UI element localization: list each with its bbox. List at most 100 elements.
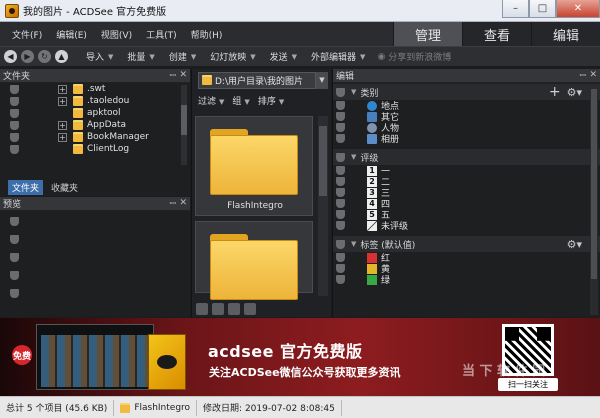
close-icon[interactable]: ✕ bbox=[179, 198, 187, 208]
tree-item[interactable]: + AppData bbox=[0, 119, 190, 131]
tag-item[interactable]: 黄 bbox=[333, 263, 600, 275]
file-thumbnail[interactable] bbox=[195, 221, 313, 300]
category-item[interactable]: 人物 bbox=[333, 122, 600, 134]
gear-icon[interactable]: ⚙▾ bbox=[567, 86, 582, 99]
menu-file[interactable]: 文件(F) bbox=[12, 28, 42, 41]
tree-item[interactable]: + .taoledou bbox=[0, 95, 190, 107]
menu-edit[interactable]: 编辑(E) bbox=[56, 28, 87, 41]
marker-icon bbox=[10, 84, 19, 94]
tree-item[interactable]: ClientLog bbox=[0, 143, 190, 155]
rating-number-icon: 3 bbox=[367, 187, 377, 198]
marker-icon bbox=[10, 120, 19, 130]
sort-button[interactable]: 排序 ▼ bbox=[258, 94, 284, 107]
tab-favorites[interactable]: 收藏夹 bbox=[47, 180, 82, 195]
rating-item[interactable]: 5五 bbox=[333, 209, 600, 221]
rotate-right-icon[interactable] bbox=[228, 303, 240, 315]
menu-help[interactable]: 帮助(H) bbox=[191, 28, 223, 41]
path-input[interactable]: D:\用户目录\我的图片 bbox=[198, 71, 316, 89]
file-thumbnail[interactable]: FlashIntegro bbox=[195, 116, 313, 216]
edit-properties-panel: 编辑 ꟷ ✕ ▼ 类别 + ⚙▾ 地点 其它 人物 相册 ▼ 评级 1一 2二 … bbox=[332, 69, 600, 317]
gear-icon[interactable]: ⚙▾ bbox=[567, 238, 582, 251]
tree-scrollbar[interactable] bbox=[181, 85, 187, 165]
rating-item[interactable]: 1一 bbox=[333, 165, 600, 177]
marker-icon bbox=[336, 275, 345, 284]
collapse-triangle-icon[interactable]: ▼ bbox=[351, 153, 356, 161]
refresh-icon[interactable]: ↻ bbox=[38, 50, 51, 63]
tab-view[interactable]: 查看 bbox=[462, 22, 531, 46]
batch-button[interactable]: 批量 ▼ bbox=[127, 50, 154, 64]
close-icon[interactable]: ✕ bbox=[589, 70, 597, 80]
tree-item[interactable]: + .swt bbox=[0, 83, 190, 95]
promo-banner[interactable]: 免费 acdsee 官方免费版 关注ACDSee微信公众号获取更多资讯 扫一扫关… bbox=[0, 318, 600, 396]
close-button[interactable]: ✕ bbox=[556, 0, 600, 18]
color-swatch-icon bbox=[367, 252, 377, 263]
pin-icon[interactable]: ꟷ bbox=[169, 198, 176, 209]
menu-tools[interactable]: 工具(T) bbox=[146, 28, 177, 41]
pin-icon[interactable]: ꟷ bbox=[579, 70, 586, 81]
slideshow-button[interactable]: 幻灯放映 ▼ bbox=[210, 50, 255, 64]
folder-icon bbox=[120, 402, 131, 413]
album-icon bbox=[367, 133, 377, 144]
menu-view[interactable]: 视图(V) bbox=[101, 28, 132, 41]
collapse-triangle-icon[interactable]: ▼ bbox=[351, 88, 356, 96]
folder-thumbnail-icon bbox=[210, 129, 298, 195]
import-button[interactable]: 导入 ▼ bbox=[86, 50, 113, 64]
file-name: FlashIntegro bbox=[227, 201, 283, 211]
up-arrow-icon[interactable]: ▲ bbox=[55, 50, 68, 63]
expand-icon[interactable]: + bbox=[58, 120, 67, 130]
rating-number-icon: 5 bbox=[367, 209, 377, 220]
ratings-section-header[interactable]: ▼ 评级 bbox=[333, 149, 600, 165]
category-item[interactable]: 其它 bbox=[333, 111, 600, 123]
marker-icon bbox=[10, 271, 19, 280]
copy-icon[interactable] bbox=[196, 303, 208, 315]
tree-item[interactable]: + BookManager bbox=[0, 131, 190, 143]
rotate-left-icon[interactable] bbox=[212, 303, 224, 315]
edit-panel-title: 编辑 bbox=[336, 72, 355, 82]
path-dropdown-icon[interactable]: ▼ bbox=[316, 71, 328, 89]
expand-icon[interactable]: + bbox=[58, 84, 67, 94]
tab-manage[interactable]: 管理 bbox=[393, 22, 462, 46]
collapse-triangle-icon[interactable]: ▼ bbox=[351, 240, 356, 248]
folder-tree: + .swt + .taoledou apktool + AppData + B… bbox=[0, 83, 190, 180]
file-list-scrollbar[interactable] bbox=[318, 116, 328, 296]
tab-edit[interactable]: 编辑 bbox=[531, 22, 600, 46]
rating-item[interactable]: 3三 bbox=[333, 187, 600, 199]
rating-item[interactable]: 未评级 bbox=[333, 220, 600, 232]
minimize-button[interactable]: – bbox=[502, 0, 529, 18]
categories-section-header[interactable]: ▼ 类别 + ⚙▾ bbox=[333, 84, 600, 100]
tags-section-header[interactable]: ▼ 标签 (默认值) ⚙▾ bbox=[333, 236, 600, 252]
forward-arrow-icon[interactable]: ▶ bbox=[21, 50, 34, 63]
tree-item-label: BookManager bbox=[87, 132, 149, 142]
tree-item-label: apktool bbox=[87, 108, 121, 118]
preview-panel-header: 预览 ꟷ ✕ bbox=[0, 197, 190, 211]
back-arrow-icon[interactable]: ◀ bbox=[4, 50, 17, 63]
properties-scrollbar[interactable] bbox=[590, 85, 598, 315]
rating-item[interactable]: 4四 bbox=[333, 198, 600, 210]
tab-folders[interactable]: 文件夹 bbox=[8, 179, 44, 195]
tag-item[interactable]: 红 bbox=[333, 252, 600, 264]
close-icon[interactable]: ✕ bbox=[179, 70, 187, 80]
expand-icon[interactable]: + bbox=[58, 132, 67, 142]
category-item[interactable]: 地点 bbox=[333, 100, 600, 112]
add-category-icon[interactable]: + bbox=[549, 84, 561, 100]
layers-icon[interactable] bbox=[244, 303, 256, 315]
category-item[interactable]: 相册 bbox=[333, 133, 600, 145]
group-button[interactable]: 组 ▼ bbox=[232, 94, 249, 107]
filter-button[interactable]: 过滤 ▼ bbox=[198, 94, 224, 107]
chevron-down-icon: ▼ bbox=[244, 97, 250, 106]
folder-panel-header: 文件夹 ꟷ ✕ bbox=[0, 69, 190, 83]
rating-item[interactable]: 2二 bbox=[333, 176, 600, 188]
create-button[interactable]: 创建 ▼ bbox=[169, 50, 196, 64]
tag-item[interactable]: 绿 bbox=[333, 274, 600, 286]
tree-item[interactable]: apktool bbox=[0, 107, 190, 119]
marker-icon bbox=[336, 123, 345, 132]
send-button[interactable]: 发送 ▼ bbox=[270, 50, 297, 64]
preview-panel: 预览 ꟷ ✕ bbox=[0, 197, 190, 317]
maximize-button[interactable]: □ bbox=[529, 0, 556, 18]
expand-icon[interactable]: + bbox=[58, 96, 67, 106]
pin-icon[interactable]: ꟷ bbox=[169, 70, 176, 81]
marker-icon bbox=[336, 221, 345, 230]
share-weibo-button[interactable]: ◉ 分享到新浪微博 bbox=[377, 50, 451, 64]
path-bar: D:\用户目录\我的图片 ▼ bbox=[192, 69, 331, 91]
external-editor-button[interactable]: 外部编辑器 ▼ bbox=[311, 50, 365, 64]
